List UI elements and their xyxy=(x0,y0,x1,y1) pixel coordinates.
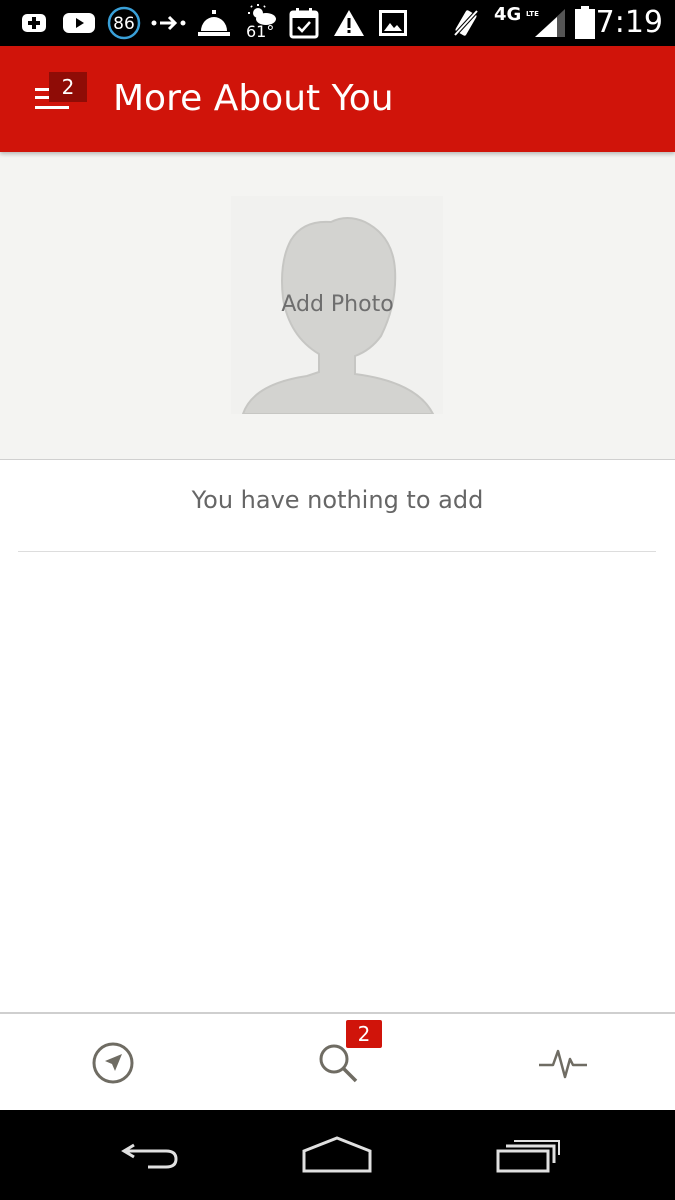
vibrate-off-icon xyxy=(450,0,482,46)
back-button[interactable] xyxy=(90,1110,210,1200)
bottom-navigation: 2 xyxy=(0,1012,675,1110)
weather-temp: 61° xyxy=(246,22,275,41)
weather-icon: 61° xyxy=(246,2,276,44)
nav-activity-button[interactable] xyxy=(450,1014,675,1112)
page-title: More About You xyxy=(113,78,394,119)
network-type: 4G LTE xyxy=(494,4,539,25)
activity-pulse-icon xyxy=(538,1049,587,1079)
divider xyxy=(18,551,656,552)
profile-photo-area: Add Photo xyxy=(0,152,675,460)
home-button[interactable] xyxy=(277,1110,397,1200)
medical-plus-icon xyxy=(20,0,48,46)
image-icon xyxy=(378,0,408,46)
nav-search-button[interactable] xyxy=(225,1014,450,1112)
activity-badge: 2 xyxy=(346,1020,382,1048)
signal-icon xyxy=(532,0,568,46)
back-icon xyxy=(121,1143,178,1169)
warning-icon xyxy=(332,0,366,46)
notification-badge: 2 xyxy=(49,72,87,102)
recents-icon xyxy=(496,1140,560,1173)
battery-icon xyxy=(572,0,598,46)
svg-text:86: 86 xyxy=(113,14,135,34)
calendar-check-icon xyxy=(288,0,320,46)
service-bell-icon xyxy=(196,0,232,46)
menu-button[interactable]: 2 xyxy=(30,68,94,128)
dots-arrow-icon xyxy=(150,0,188,46)
youtube-icon xyxy=(62,0,96,46)
status-bar: 86 61° 4G LTE 7:19 xyxy=(0,0,675,46)
system-navigation-bar xyxy=(0,1110,675,1200)
home-icon xyxy=(302,1136,372,1173)
badge-86-icon: 86 xyxy=(106,0,142,46)
compass-navigate-icon xyxy=(92,1042,133,1084)
add-photo-label[interactable]: Add Photo xyxy=(0,292,675,317)
nav-explore-button[interactable] xyxy=(0,1014,225,1112)
recents-button[interactable] xyxy=(468,1110,588,1200)
clock: 7:19 xyxy=(595,5,663,40)
empty-message: You have nothing to add xyxy=(191,486,484,514)
app-bar: 2 More About You xyxy=(0,46,675,152)
